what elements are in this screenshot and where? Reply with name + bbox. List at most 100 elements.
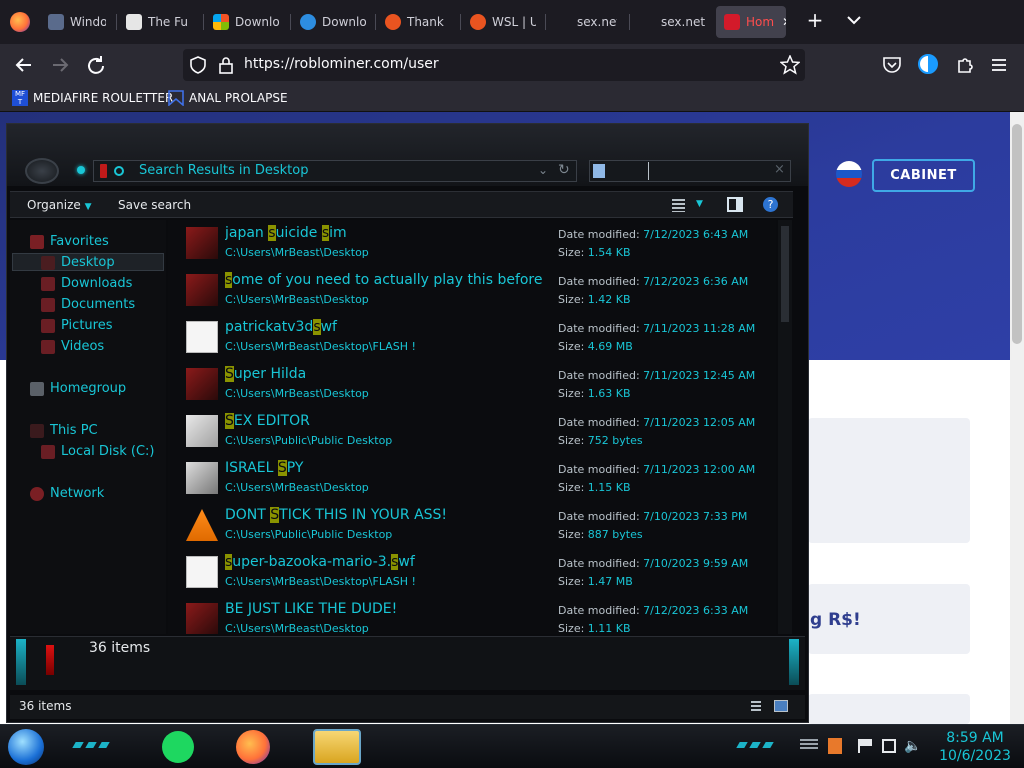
page-scrollbar[interactable] [1010,112,1024,724]
forward-icon[interactable] [50,55,70,79]
search-clear-icon[interactable]: × [774,162,785,177]
search-result-item[interactable]: super-bazooka-mario-3.swf C:\Users\MrBeas… [168,549,776,596]
nav-this-pc[interactable]: This PC [30,423,98,438]
clock[interactable]: 8:59 AM 10/6/2023 [930,729,1020,765]
network-tray-icon[interactable] [882,739,896,753]
search-result-item[interactable]: SEX EDITOR C:\Users\Public\Public Desktop… [168,408,776,455]
file-path: C:\Users\MrBeast\Desktop\FLASH ! [225,575,416,588]
browser-tab[interactable]: WSL | U [462,6,536,38]
search-input[interactable]: × [589,160,791,182]
tray-app-icon[interactable] [828,738,842,754]
list-all-tabs-icon[interactable] [844,10,864,30]
nav-downloads[interactable]: Downloads [41,276,132,291]
file-name[interactable]: DONT STICK THIS IN YOUR ASS! [225,507,543,523]
browser-tab[interactable]: Downlo [292,6,366,38]
nav-favorites[interactable]: Favorites [30,234,109,249]
nav-documents[interactable]: Documents [41,297,135,312]
extensions-puzzle-icon[interactable] [955,55,975,79]
url-bar[interactable]: https://roblominer.com/user [183,49,805,81]
tab-close-icon[interactable]: ✕ [782,15,786,29]
search-result-item[interactable]: japan suicide sim C:\Users\MrBeast\Deskto… [168,220,776,267]
results-scrollbar[interactable] [778,220,792,634]
view-options-icon[interactable] [672,199,685,212]
nav-network[interactable]: Network [30,486,104,501]
view-dropdown-icon[interactable]: ▼ [696,199,703,209]
browser-tab[interactable]: Hom ✕ [716,6,786,38]
search-result-item[interactable]: some of you need to actually play this b… [168,267,776,314]
address-bar[interactable]: Search Results in Desktop ⌄ ↻ [93,160,577,182]
browser-tab[interactable]: The Fu [118,6,194,38]
nav-videos[interactable]: Videos [41,339,104,354]
file-size: Size: 752 bytes [558,434,643,447]
nav-label: Downloads [61,276,133,291]
file-name[interactable]: SEX EDITOR [225,413,543,429]
action-center-flag-icon[interactable] [858,739,872,753]
browser-tab[interactable]: sex.net don [631,6,707,38]
file-explorer-window: Search Results in Desktop ⌄ ↻ × Organize… [6,123,809,723]
browser-tab[interactable]: sex.net [547,6,617,38]
hamburger-menu-icon[interactable] [991,57,1007,76]
language-flag-icon[interactable] [836,161,862,187]
nav-desktop[interactable]: Desktop [41,255,115,270]
details-view-icon[interactable] [751,701,761,713]
search-result-item[interactable]: Super Hilda C:\Users\MrBeast\Desktop Date … [168,361,776,408]
search-result-item[interactable]: BE JUST LIKE THE DUDE! C:\Users\MrBeast\D… [168,596,776,634]
browser-tab[interactable]: Thank [377,6,451,38]
tab-separator [375,14,376,30]
search-result-item[interactable]: patrickatv3dswf C:\Users\MrBeast\Desktop\… [168,314,776,361]
nav-homegroup[interactable]: Homegroup [30,381,126,396]
browser-tab[interactable]: Downlo [205,6,280,38]
shield-icon[interactable] [190,56,206,78]
clock-time: 8:59 AM [946,730,1004,746]
spotify-taskbar-icon[interactable] [162,731,194,763]
nav-label: This PC [50,423,98,438]
search-result-item[interactable]: ISRAEL SPY C:\Users\MrBeast\Desktop Date m… [168,455,776,502]
nav-local-disk[interactable]: Local Disk (C:) [41,444,154,459]
tiles-view-icon[interactable] [774,700,788,712]
file-name[interactable]: patrickatv3dswf [225,319,543,335]
game-shortcut-icon [186,274,218,306]
extension-circle-icon[interactable] [918,54,938,74]
file-name[interactable]: ISRAEL SPY [225,460,543,476]
bookmark-star-icon[interactable] [779,54,801,79]
help-icon[interactable]: ? [763,197,778,212]
start-button[interactable] [8,729,44,765]
firefox-taskbar-icon[interactable] [236,730,270,764]
tab-label: sex.net don [661,15,707,29]
pocket-icon[interactable] [882,55,902,79]
nav-pictures[interactable]: Pictures [41,318,112,333]
save-search-button[interactable]: Save search [118,198,191,212]
bookmark-second[interactable]: ANAL PROLAPSE [168,90,288,107]
url-text[interactable]: https://roblominer.com/user [244,56,439,72]
file-explorer-taskbar-icon[interactable] [313,729,361,765]
file-name[interactable]: BE JUST LIKE THE DUDE! [225,601,543,617]
nav-label: Pictures [61,318,113,333]
search-result-item[interactable]: DONT STICK THIS IN YOUR ASS! C:\Users\Pub… [168,502,776,549]
volume-icon[interactable]: 🔈 [904,738,921,754]
cabinet-button[interactable]: CABINET [872,159,975,192]
back-nav-icon[interactable] [25,158,59,184]
file-name[interactable]: Super Hilda [225,366,543,382]
firefox-menu-icon[interactable] [10,12,30,32]
lock-icon[interactable] [219,56,233,78]
forward-nav-icon[interactable] [77,166,85,174]
back-icon[interactable] [14,55,34,79]
nav-label: Homegroup [50,381,127,396]
date-modified: Date modified: 7/10/2023 9:59 AM [558,557,749,570]
tab-label: Windo [70,15,106,29]
tray-overflow-icon[interactable] [800,739,818,751]
file-name[interactable]: some of you need to actually play this b… [225,272,543,288]
new-tab-button[interactable]: + [804,10,826,32]
browser-tab[interactable]: Windo [40,6,106,38]
reload-icon[interactable] [86,55,106,79]
file-name[interactable]: japan suicide sim [225,225,543,241]
address-dropdown-icon[interactable]: ⌄ [538,163,548,177]
bookmark-mediafire[interactable]: MF T MEDIAFIRE ROULETTER [12,90,173,106]
search-results-icon [114,166,124,176]
organize-button[interactable]: Organize ▼ [27,198,92,212]
refresh-icon[interactable]: ↻ [558,162,570,178]
file-name[interactable]: super-bazooka-mario-3.swf [225,554,543,570]
preview-pane-icon[interactable] [727,197,743,212]
downloads-icon [41,276,55,291]
status-bar: 36 items [10,695,805,719]
